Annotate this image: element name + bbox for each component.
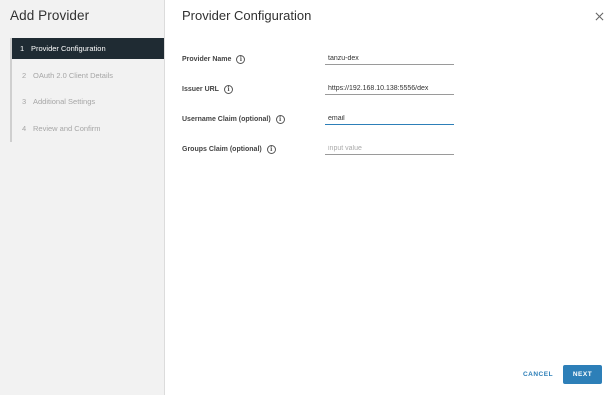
page-title: Provider Configuration: [182, 8, 312, 23]
step-oauth-client-details[interactable]: 2 OAuth 2.0 Client Details: [12, 65, 165, 86]
step-number: 1: [20, 44, 25, 53]
info-icon[interactable]: i: [266, 145, 276, 154]
info-icon[interactable]: i: [275, 115, 285, 124]
step-additional-settings[interactable]: 3 Additional Settings: [12, 91, 165, 112]
groups-claim-label-text: Groups Claim (optional): [182, 146, 262, 153]
wizard-steps: 1 Provider Configuration 2 OAuth 2.0 Cli…: [10, 38, 165, 142]
info-icon[interactable]: i: [223, 85, 233, 94]
step-number: 4: [22, 123, 27, 133]
issuer-url-input[interactable]: [325, 82, 454, 95]
wizard-title: Add Provider: [10, 8, 90, 23]
step-number: 2: [22, 70, 27, 80]
wizard-sidebar: Add Provider 1 Provider Configuration 2 …: [0, 0, 165, 395]
step-label: OAuth 2.0 Client Details: [33, 70, 114, 80]
close-icon[interactable]: [594, 11, 604, 21]
step-label: Additional Settings: [33, 97, 96, 106]
step-review-and-confirm[interactable]: 4 Review and Confirm: [12, 118, 165, 139]
username-claim-label-text: Username Claim (optional): [182, 116, 271, 123]
info-icon[interactable]: i: [236, 55, 246, 64]
groups-claim-input[interactable]: [325, 142, 454, 155]
step-number: 3: [22, 97, 27, 106]
issuer-url-label-text: Issuer URL: [182, 86, 219, 93]
step-provider-configuration[interactable]: 1 Provider Configuration: [12, 38, 164, 59]
provider-name-label: Provider Name i: [182, 55, 246, 64]
username-claim-label: Username Claim (optional) i: [182, 115, 285, 124]
next-button[interactable]: NEXT: [563, 365, 602, 384]
cancel-button[interactable]: CANCEL: [516, 366, 560, 382]
step-label: Review and Confirm: [33, 123, 101, 133]
provider-name-label-text: Provider Name: [182, 56, 232, 63]
issuer-url-label: Issuer URL i: [182, 85, 233, 94]
username-claim-input[interactable]: [325, 112, 454, 125]
provider-name-input[interactable]: [325, 52, 454, 65]
groups-claim-label: Groups Claim (optional) i: [182, 145, 276, 154]
step-label: Provider Configuration: [31, 44, 106, 53]
